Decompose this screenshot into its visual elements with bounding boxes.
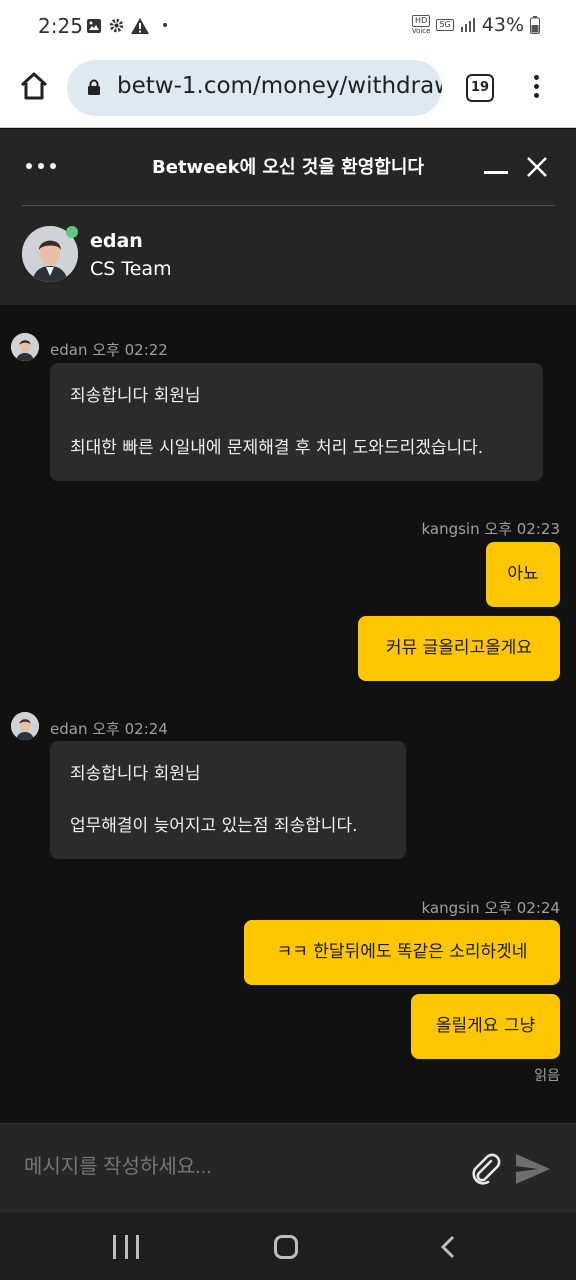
agent-avatar-small — [11, 333, 39, 361]
message-line: 업무해결이 늦어지고 있는점 죄송합니다. — [70, 816, 358, 836]
sender-name: kangsin — [421, 899, 480, 917]
network-badge: 5G — [436, 19, 454, 31]
message-time: 오후 02:24 — [92, 720, 168, 738]
url-text: betw-1.com/money/withdraw — [117, 73, 442, 99]
online-status-dot — [66, 226, 78, 238]
incoming-message: 죄송합니다 회원님 업무해결이 늦어지고 있는점 죄송합니다. — [50, 741, 406, 859]
message-input[interactable] — [24, 1156, 444, 1179]
agent-name: edan — [90, 230, 143, 252]
outgoing-message: ㅋㅋ 한달뒤에도 똑같은 소리하겟네 — [244, 920, 560, 985]
status-time: 2:25 — [38, 14, 83, 38]
sender-name: edan — [50, 341, 88, 359]
tabs-button[interactable]: 19 — [466, 74, 494, 102]
chat-header: Betweek에 오신 것을 환영합니다 edan CS Team — [0, 129, 576, 305]
agent-avatar-small — [11, 712, 39, 740]
message-line: 죄송합니다 회원님 — [70, 764, 201, 784]
browser-toolbar: betw-1.com/money/withdraw 19 — [0, 56, 576, 128]
image-icon — [87, 18, 101, 33]
outgoing-message: 올릴게요 그냥 — [411, 994, 560, 1059]
incoming-message: 죄송합니다 회원님 최대한 빠른 시일내에 문제해결 후 처리 도와드리겠습니다… — [50, 363, 543, 481]
close-icon[interactable] — [525, 155, 549, 179]
home-icon — [20, 72, 48, 100]
warning-icon — [131, 17, 149, 34]
read-receipt: 읽음 — [534, 1068, 560, 1084]
sender-name: kangsin — [421, 520, 480, 538]
signal-icon — [460, 18, 475, 32]
send-icon[interactable] — [514, 1152, 552, 1186]
battery-icon — [530, 16, 540, 34]
home-button[interactable] — [18, 70, 50, 102]
system-icons: HD Voice 5G 43% — [412, 14, 540, 36]
message-meta: edan 오후 02:24 — [50, 718, 168, 739]
voice-label: Voice — [411, 27, 431, 35]
sender-name: edan — [50, 720, 88, 738]
system-nav-bar — [0, 1213, 576, 1280]
status-dot: • — [161, 17, 170, 34]
settings-icon — [109, 18, 124, 33]
message-meta: kangsin 오후 02:24 — [421, 897, 560, 918]
message-list[interactable]: edan 오후 02:22 죄송합니다 회원님 최대한 빠른 시일내에 문제해결… — [0, 305, 576, 1123]
more-vert-icon[interactable] — [528, 72, 544, 104]
lock-icon — [88, 79, 100, 95]
agent-team: CS Team — [90, 258, 172, 280]
message-time: 오후 02:24 — [484, 899, 560, 917]
message-meta: kangsin 오후 02:23 — [421, 518, 560, 539]
status-bar: 2:25 • HD Voice 5G 43% — [0, 0, 576, 56]
message-meta: edan 오후 02:22 — [50, 339, 168, 360]
message-time: 오후 02:22 — [92, 341, 168, 359]
notification-icons: • — [86, 17, 169, 34]
message-line: 죄송합니다 회원님 — [70, 386, 201, 406]
header-divider — [22, 205, 555, 206]
nav-home-icon[interactable] — [274, 1235, 298, 1259]
outgoing-message: 커뮤 글올리고올게요 — [358, 616, 560, 681]
chat-title: Betweek에 오신 것을 환영합니다 — [152, 157, 424, 178]
back-icon[interactable] — [438, 1235, 458, 1259]
minimize-icon[interactable] — [484, 171, 508, 174]
volte-badge: HD Voice — [411, 15, 431, 35]
outgoing-message: 아뇨 — [486, 542, 560, 607]
battery-percent: 43% — [481, 14, 524, 36]
message-time: 오후 02:23 — [484, 520, 560, 538]
recents-icon[interactable] — [113, 1235, 139, 1259]
url-bar[interactable]: betw-1.com/money/withdraw — [67, 60, 442, 116]
message-line: 최대한 빠른 시일내에 문제해결 후 처리 도와드리겠습니다. — [70, 438, 484, 458]
attach-icon[interactable] — [469, 1152, 503, 1186]
message-composer — [0, 1123, 576, 1213]
hd-badge: HD — [412, 15, 431, 27]
